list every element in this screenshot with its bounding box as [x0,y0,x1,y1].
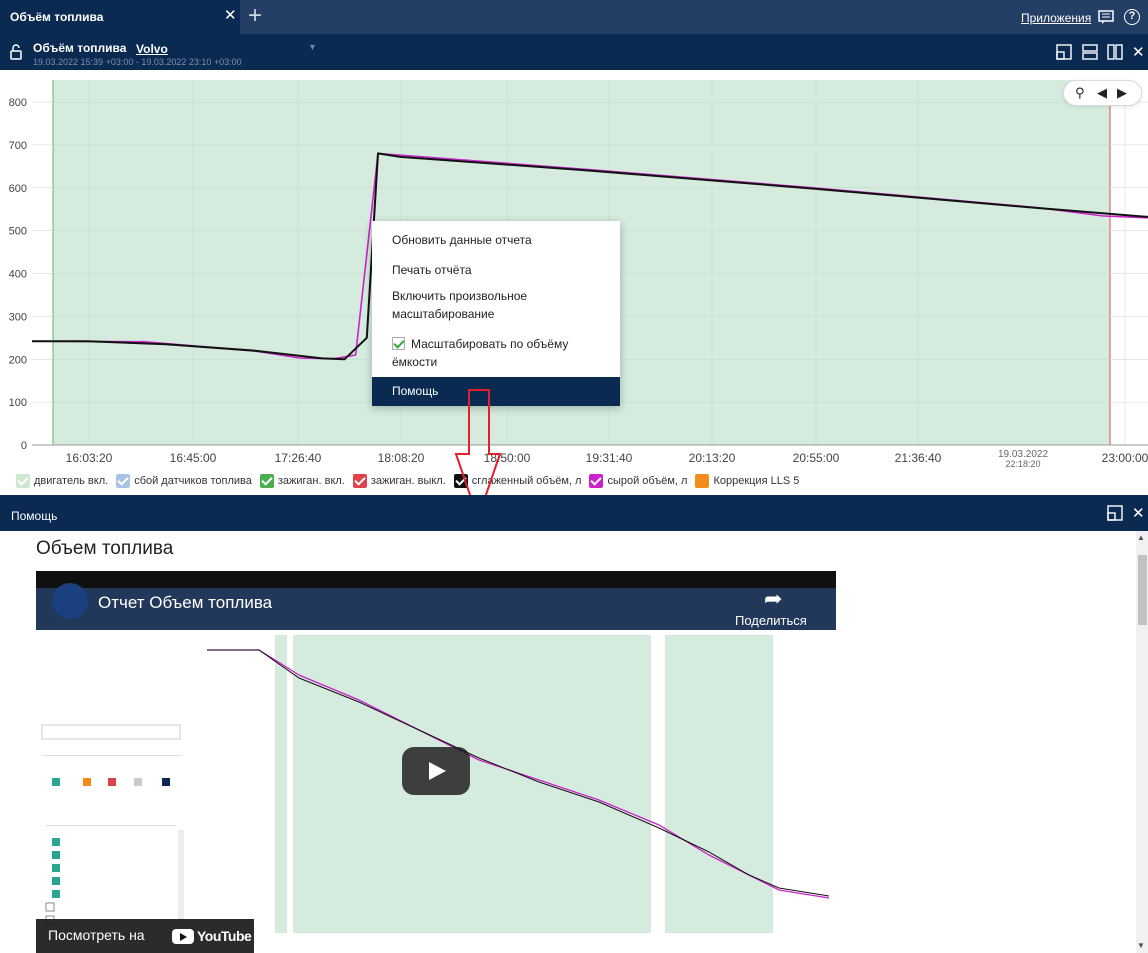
x-tick-label: 16:03:20 [66,451,113,465]
legend-label: сырой объём, л [607,474,688,487]
x-tick-label: 18:08:20 [378,451,425,465]
tab-bar: Объём топлива ✕ + Приложения ? [0,0,1148,34]
menu-item-label: Печать отчёта [392,263,472,277]
chart-legend: двигатель вкл. сбой датчиков топлива зажиг… [16,474,807,490]
legend-label: Коррекция LLS 5 [713,474,800,487]
help-panel-body: Объем топлива Отчет Объем топлива ➦ Поде… [0,531,1148,953]
x-tick-label: 19:31:40 [586,451,633,465]
legend-label: двигатель вкл. [34,474,109,487]
add-tab-icon[interactable]: + [248,2,262,30]
x-tick-label: 20:55:00 [793,451,840,465]
legend-checkbox-icon[interactable] [695,474,710,488]
help-icon[interactable]: ? [1124,9,1140,25]
legend-item[interactable]: двигатель вкл. [16,474,108,488]
tab-fuel-volume[interactable]: Объём топлива ✕ [0,0,240,34]
unlock-icon[interactable] [10,44,22,60]
zoom-controls: ⚲ ◀ ▶ [1063,80,1142,106]
report-header: Объём топлива Volvo ▼ 19.03.2022 15:39 +… [0,34,1148,70]
y-tick-label: 600 [9,183,27,195]
legend-label: сбой датчиков топлива [134,474,252,487]
apps-link[interactable]: Приложения [1021,11,1091,25]
share-icon[interactable]: ➦ [764,586,782,612]
scrollbar-thumb[interactable] [1138,555,1147,625]
legend-item[interactable]: сырой объём, л [589,474,687,488]
report-title: Объём топлива [33,41,127,55]
help-panel-title: Помощь [11,509,58,523]
report-date-range: 19.03.2022 15:39 +03:00 - 19.03.2022 23:… [33,57,242,67]
y-tick-label: 200 [9,354,27,366]
menu-item-refresh[interactable]: Обновить данные отчета [372,227,620,253]
legend-item[interactable]: зажиган. выкл. [352,474,446,488]
scroll-down-icon[interactable]: ▼ [1137,941,1145,950]
x-tick-label: 20:13:20 [689,451,736,465]
legend-checkbox-icon[interactable] [16,474,30,488]
video-title[interactable]: Отчет Объем топлива [98,593,272,613]
context-menu: Обновить данные отчета Печать отчёта Вкл… [372,221,620,406]
legend-item[interactable]: сбой датчиков топлива [116,474,252,488]
chat-icon[interactable] [1098,10,1114,24]
share-label[interactable]: Поделиться [735,613,807,628]
legend-checkbox-icon[interactable] [116,474,131,488]
help-panel-header: Помощь ✕ [0,495,1148,531]
legend-checkbox-icon[interactable] [352,474,367,488]
x-tick-label: 17:26:40 [275,451,322,465]
menu-item-print[interactable]: Печать отчёта [372,257,620,283]
close-report-icon[interactable]: ✕ [1132,43,1145,61]
youtube-logo-icon [172,929,194,944]
checkbox-checked-icon[interactable] [392,337,405,350]
chevron-down-icon[interactable]: ▼ [308,42,317,52]
play-button[interactable] [402,747,470,795]
legend-checkbox-icon[interactable] [259,474,274,488]
menu-item-label: Обновить данные отчета [392,233,532,247]
tab-close-icon[interactable]: ✕ [224,6,237,24]
legend-item[interactable]: Коррекция LLS 5 [695,474,799,488]
split-horizontal-icon[interactable] [1082,44,1098,60]
y-tick-label: 500 [9,226,27,238]
legend-label: зажиган. вкл. [277,474,345,487]
video-frame-chart [189,630,836,953]
watch-on-youtube-button[interactable]: Посмотреть на YouTube [36,919,254,953]
legend-checkbox-icon[interactable] [589,474,604,488]
video-player[interactable]: Отчет Объем топлива ➦ Поделиться Посмотр… [36,571,836,953]
legend-item[interactable]: зажиган. вкл. [259,474,345,488]
tab-title: Объём топлива [10,10,104,24]
video-frame-sidebar [36,630,189,953]
menu-item-custom-zoom[interactable]: Включить произвольное масштабирование [372,287,620,327]
watch-on-label: Посмотреть на [48,927,145,943]
x-tick-time-label: 22:18:20 [1005,459,1040,469]
zoom-icon[interactable]: ⚲ [1075,85,1085,101]
unit-selector[interactable]: Volvo [136,42,168,56]
y-tick-label: 300 [9,311,27,323]
channel-logo-icon[interactable] [52,583,88,619]
close-help-icon[interactable]: ✕ [1132,504,1145,522]
youtube-label: YouTube [197,928,252,944]
next-arrow-icon[interactable]: ▶ [1117,85,1127,101]
split-vertical-icon[interactable] [1107,44,1123,60]
y-tick-label: 100 [9,397,27,409]
expand-icon[interactable] [1056,44,1072,60]
x-tick-label: 21:36:40 [895,451,942,465]
y-tick-label: 400 [9,269,27,281]
y-tick-label: 800 [9,97,27,109]
scroll-up-icon[interactable]: ▲ [1137,533,1145,542]
menu-item-label: Масштабировать по объёму ёмкости [392,337,569,369]
legend-label: зажиган. выкл. [370,474,446,487]
prev-arrow-icon[interactable]: ◀ [1097,85,1107,101]
menu-item-scale-by-capacity[interactable]: Масштабировать по объёму ёмкости [372,335,620,375]
y-tick-label: 0 [21,440,27,452]
help-heading: Объем топлива [36,538,174,559]
x-tick-label: 16:45:00 [170,451,217,465]
video-sidebar-thumbnail [36,630,189,950]
x-tick-label: 23:00:00 [1102,451,1148,465]
menu-item-label: Помощь [392,384,439,398]
y-tick-label: 700 [9,140,27,152]
video-chart-thumbnail [207,635,830,933]
expand-icon[interactable] [1107,505,1123,521]
menu-item-label: Включить произвольное масштабирование [392,289,528,321]
